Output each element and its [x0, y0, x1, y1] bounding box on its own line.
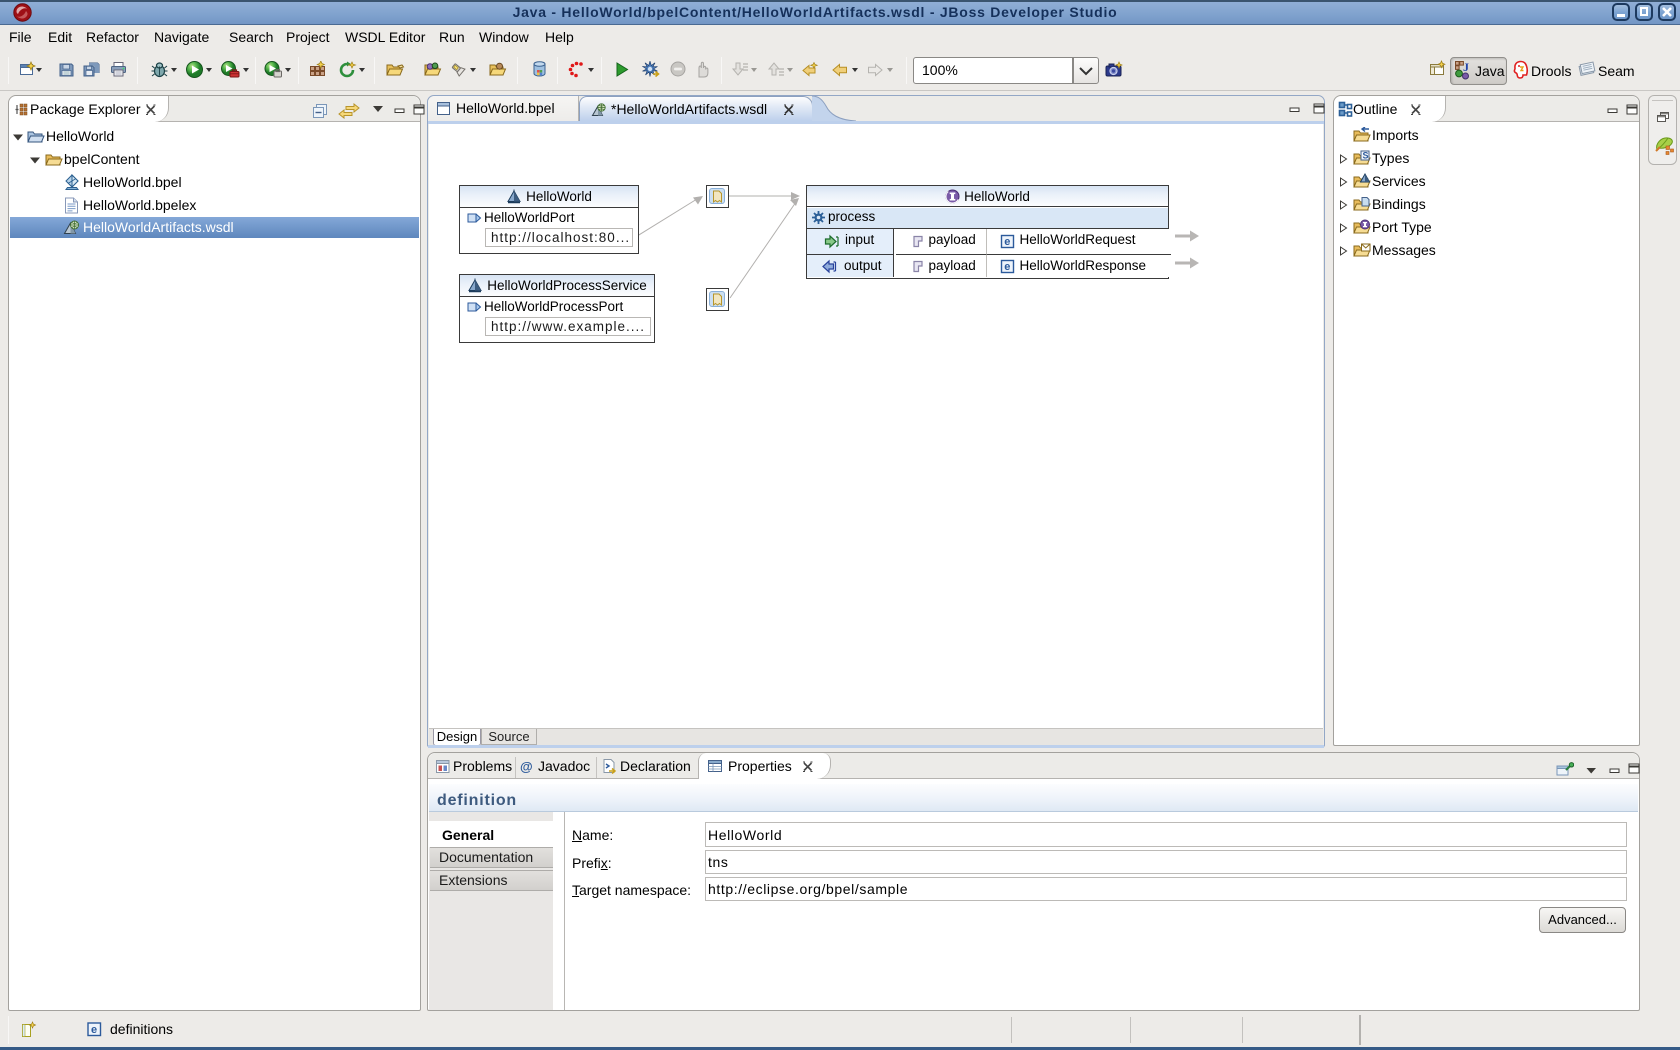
- svg-text:e: e: [1004, 236, 1010, 248]
- svg-text:S: S: [1363, 151, 1369, 161]
- svg-text:@: @: [520, 759, 533, 774]
- svg-text:J: J: [1463, 60, 1469, 74]
- svg-text:e: e: [91, 1024, 97, 1036]
- svg-text:e: e: [1004, 261, 1010, 273]
